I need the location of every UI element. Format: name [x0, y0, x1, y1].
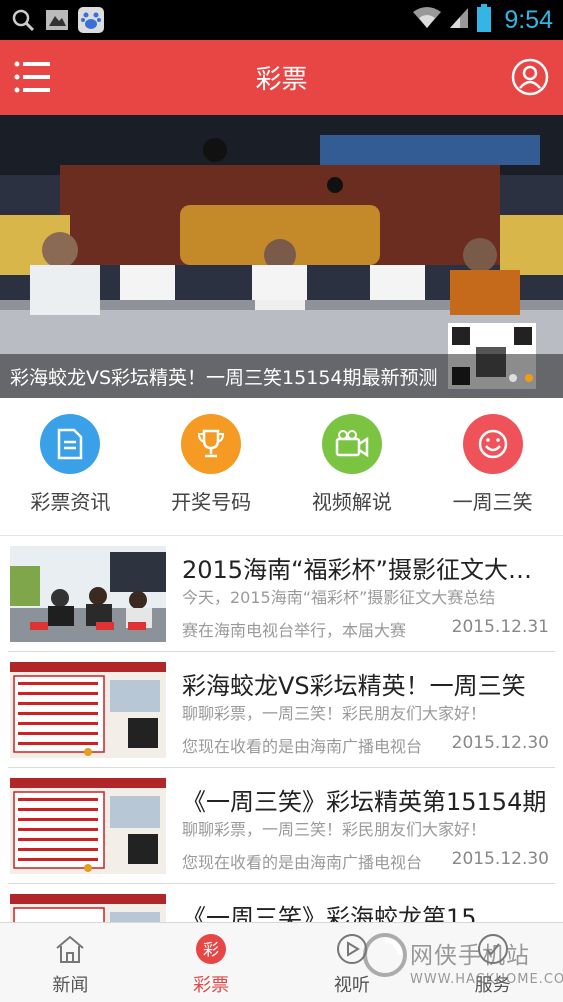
- news-title: 《一周三笑》彩坛精英第15154期: [182, 788, 547, 816]
- category-grid: 彩票资讯 开奖号码 视频解说 一周三笑: [0, 398, 563, 536]
- service-icon: [477, 933, 509, 965]
- nav-label: 彩票: [193, 975, 230, 996]
- news-title: 彩海蛟龙VS彩坛精英！一周三笑: [182, 672, 526, 700]
- news-item[interactable]: 《一周三笑》彩海蛟龙第15: [8, 884, 555, 922]
- page-title: 彩票: [255, 65, 308, 95]
- banner-caption-text: 彩海蛟龙VS彩坛精英！一周三笑15154期最新预测: [10, 366, 438, 389]
- news-date: 2015.12.30: [451, 733, 549, 753]
- banner-dot-active[interactable]: [525, 374, 533, 382]
- news-item[interactable]: 彩海蛟龙VS彩坛精英！一周三笑 聊聊彩票，一周三笑！彩民朋友们大家好！ 您现在收…: [8, 652, 555, 768]
- news-item[interactable]: 《一周三笑》彩坛精英第15154期 聊聊彩票，一周三笑！彩民朋友们大家好！ 您现…: [8, 768, 555, 884]
- news-date: 2015.12.30: [451, 849, 549, 869]
- svg-text:彩: 彩: [203, 940, 219, 959]
- status-time: 9:54: [504, 5, 553, 34]
- news-summary: 聊聊彩票，一周三笑！彩民朋友们大家好！: [182, 704, 487, 723]
- lottery-badge-icon: 彩: [195, 933, 227, 965]
- news-item[interactable]: 2015海南“福彩杯”摄影征文大赛总结会 今天，2015海南“福彩杯”摄影征文大…: [8, 536, 555, 652]
- nav-media[interactable]: 视听: [282, 923, 423, 1002]
- trophy-icon: [181, 414, 242, 474]
- bottom-navigation: 新闻 彩 彩票 视听 服务: [0, 922, 563, 1002]
- user-icon[interactable]: [511, 58, 549, 96]
- news-thumbnail: [10, 894, 166, 922]
- news-thumbnail: [10, 662, 166, 758]
- category-lottery-info[interactable]: 彩票资讯: [0, 398, 141, 535]
- nav-service[interactable]: 服务: [422, 923, 563, 1002]
- nav-lottery[interactable]: 彩 彩票: [141, 923, 282, 1002]
- category-label: 一周三笑: [452, 490, 533, 514]
- news-list: 2015海南“福彩杯”摄影征文大赛总结会 今天，2015海南“福彩杯”摄影征文大…: [0, 536, 563, 922]
- category-draw-numbers[interactable]: 开奖号码: [141, 398, 282, 535]
- news-summary: 聊聊彩票，一周三笑！彩民朋友们大家好！: [182, 820, 487, 839]
- banner-indicator: [509, 374, 533, 382]
- banner-dot[interactable]: [509, 374, 517, 382]
- news-summary: 今天，2015海南“福彩杯”摄影征文大赛总结: [182, 588, 496, 607]
- nav-label: 新闻: [52, 975, 89, 996]
- status-bar: 9:54: [0, 0, 563, 40]
- news-title: 《一周三笑》彩海蛟龙第15: [182, 904, 477, 922]
- nav-label: 视听: [333, 975, 370, 996]
- app-screen: 9:54 彩票 彩海蛟龙VS彩坛精英！一周三笑15154期最新预测 彩票资讯 开…: [0, 0, 563, 1002]
- image-icon: [44, 7, 70, 33]
- news-date: 2015.12.31: [451, 617, 549, 637]
- app-header: 彩票: [0, 40, 563, 115]
- news-thumbnail: [10, 546, 166, 642]
- category-label: 视频解说: [311, 490, 392, 514]
- menu-icon[interactable]: [14, 60, 52, 94]
- wifi-icon: [412, 6, 442, 34]
- home-icon: [54, 933, 86, 965]
- news-title: 2015海南“福彩杯”摄影征文大赛总结会: [182, 556, 552, 584]
- nav-news[interactable]: 新闻: [0, 923, 141, 1002]
- smile-icon: [462, 414, 523, 474]
- nav-label: 服务: [474, 975, 511, 996]
- banner-carousel[interactable]: 彩海蛟龙VS彩坛精英！一周三笑15154期最新预测: [0, 115, 563, 398]
- document-icon: [40, 414, 101, 474]
- news-summary: 您现在收看的是由海南广播电视台: [182, 737, 423, 756]
- play-icon: [336, 933, 368, 965]
- search-icon: [10, 7, 36, 33]
- baidu-paw-icon: [78, 7, 104, 33]
- category-weekly-laughs[interactable]: 一周三笑: [422, 398, 563, 535]
- category-label: 开奖号码: [171, 490, 252, 514]
- category-video-commentary[interactable]: 视频解说: [282, 398, 423, 535]
- video-camera-icon: [321, 414, 382, 474]
- news-summary: 您现在收看的是由海南广播电视台: [182, 853, 423, 872]
- banner-caption: 彩海蛟龙VS彩坛精英！一周三笑15154期最新预测: [0, 354, 563, 398]
- category-label: 彩票资讯: [30, 490, 111, 514]
- signal-icon: [448, 6, 470, 34]
- battery-icon: [476, 4, 492, 36]
- news-summary: 赛在海南电视台举行，本届大赛: [182, 621, 407, 640]
- news-thumbnail: [10, 778, 166, 874]
